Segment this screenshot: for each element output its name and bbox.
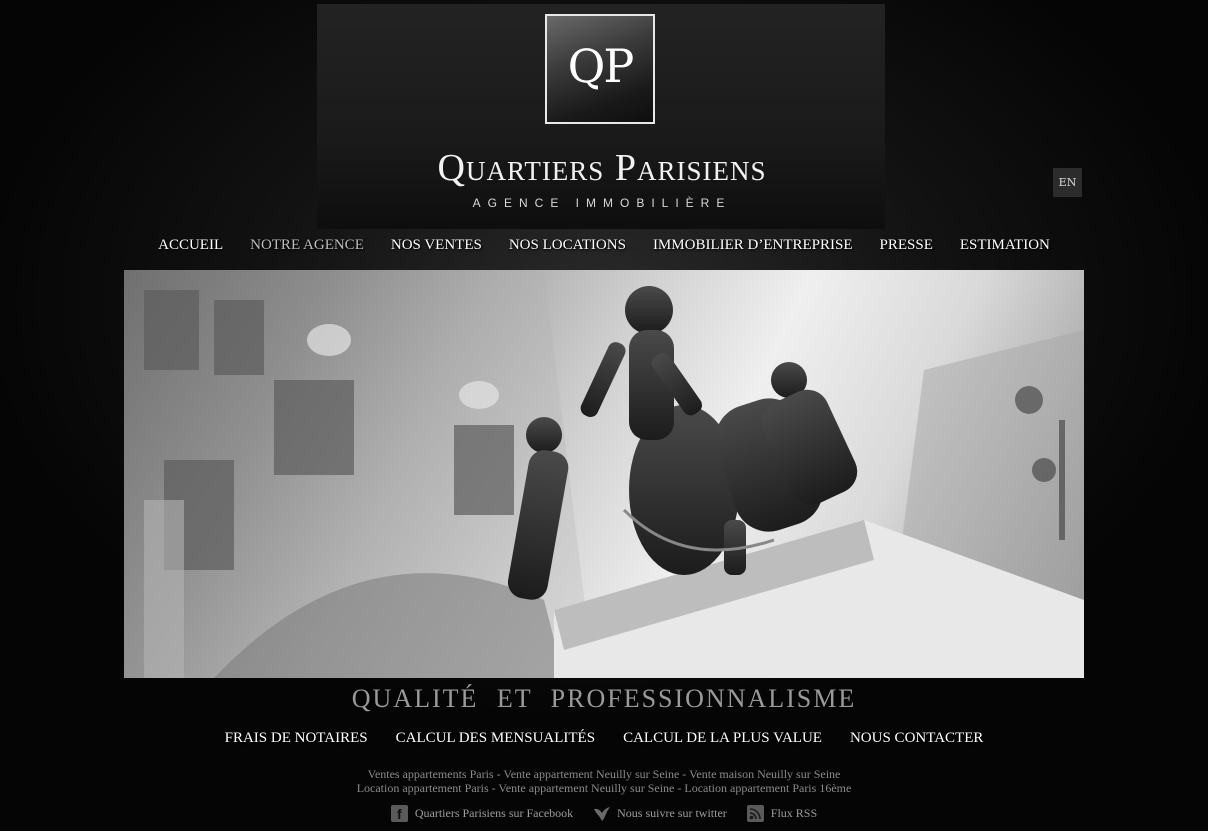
facebook-icon: f: [390, 805, 408, 822]
tool-nous-contacter[interactable]: NOUS CONTACTER: [850, 730, 983, 752]
facebook-link[interactable]: f Quartiers Parisiens sur Facebook: [390, 805, 574, 822]
main-nav: ACCUEIL NOTRE AGENCE NOS VENTES NOS LOCA…: [124, 237, 1084, 259]
seo-links-line-2[interactable]: Location appartement Paris - Vente appar…: [124, 781, 1084, 796]
nav-item-notre-agence[interactable]: NOTRE AGENCE: [250, 237, 364, 259]
brand-name: Quartiers Parisiens: [437, 147, 767, 189]
logo-monogram: QP: [567, 39, 635, 93]
social-links: f Quartiers Parisiens sur Facebook Nous …: [124, 805, 1084, 822]
seo-links-line-1[interactable]: Ventes appartements Paris - Vente appart…: [124, 767, 1084, 782]
twitter-link[interactable]: Nous suivre sur twitter: [593, 805, 727, 822]
tools-nav: FRAIS DE NOTAIRES CALCUL DES MENSUALITÉS…: [124, 730, 1084, 752]
nav-item-presse[interactable]: PRESSE: [880, 237, 933, 259]
facebook-link-label: Quartiers Parisiens sur Facebook: [414, 806, 574, 820]
nav-item-nos-ventes[interactable]: NOS VENTES: [391, 237, 482, 259]
rss-link-label: Flux RSS: [770, 806, 818, 820]
hero-photo-illustration: [124, 270, 1084, 678]
rss-link[interactable]: Flux RSS: [746, 805, 818, 822]
tool-calcul-plus-value[interactable]: CALCUL DE LA PLUS VALUE: [623, 730, 822, 752]
nav-item-estimation[interactable]: ESTIMATION: [960, 237, 1050, 259]
twitter-bird-icon: [593, 805, 611, 822]
nav-item-accueil[interactable]: ACCUEIL: [158, 237, 223, 259]
logo[interactable]: QP: [545, 14, 655, 124]
tagline: QUALITÉ ET PROFESSIONNALISME: [351, 684, 857, 713]
tool-frais-de-notaires[interactable]: FRAIS DE NOTAIRES: [225, 730, 368, 752]
rss-icon: [746, 805, 764, 822]
tool-calcul-des-mensualites[interactable]: CALCUL DES MENSUALITÉS: [396, 730, 595, 752]
brand-subtitle: AGENCE IMMOBILIÈRE: [472, 196, 732, 210]
nav-item-nos-locations[interactable]: NOS LOCATIONS: [509, 237, 626, 259]
nav-item-immobilier-entreprise[interactable]: IMMOBILIER D’ENTREPRISE: [653, 237, 853, 259]
twitter-link-label: Nous suivre sur twitter: [617, 806, 727, 820]
language-switch-button[interactable]: EN: [1053, 168, 1082, 197]
hero-image: [124, 270, 1084, 678]
